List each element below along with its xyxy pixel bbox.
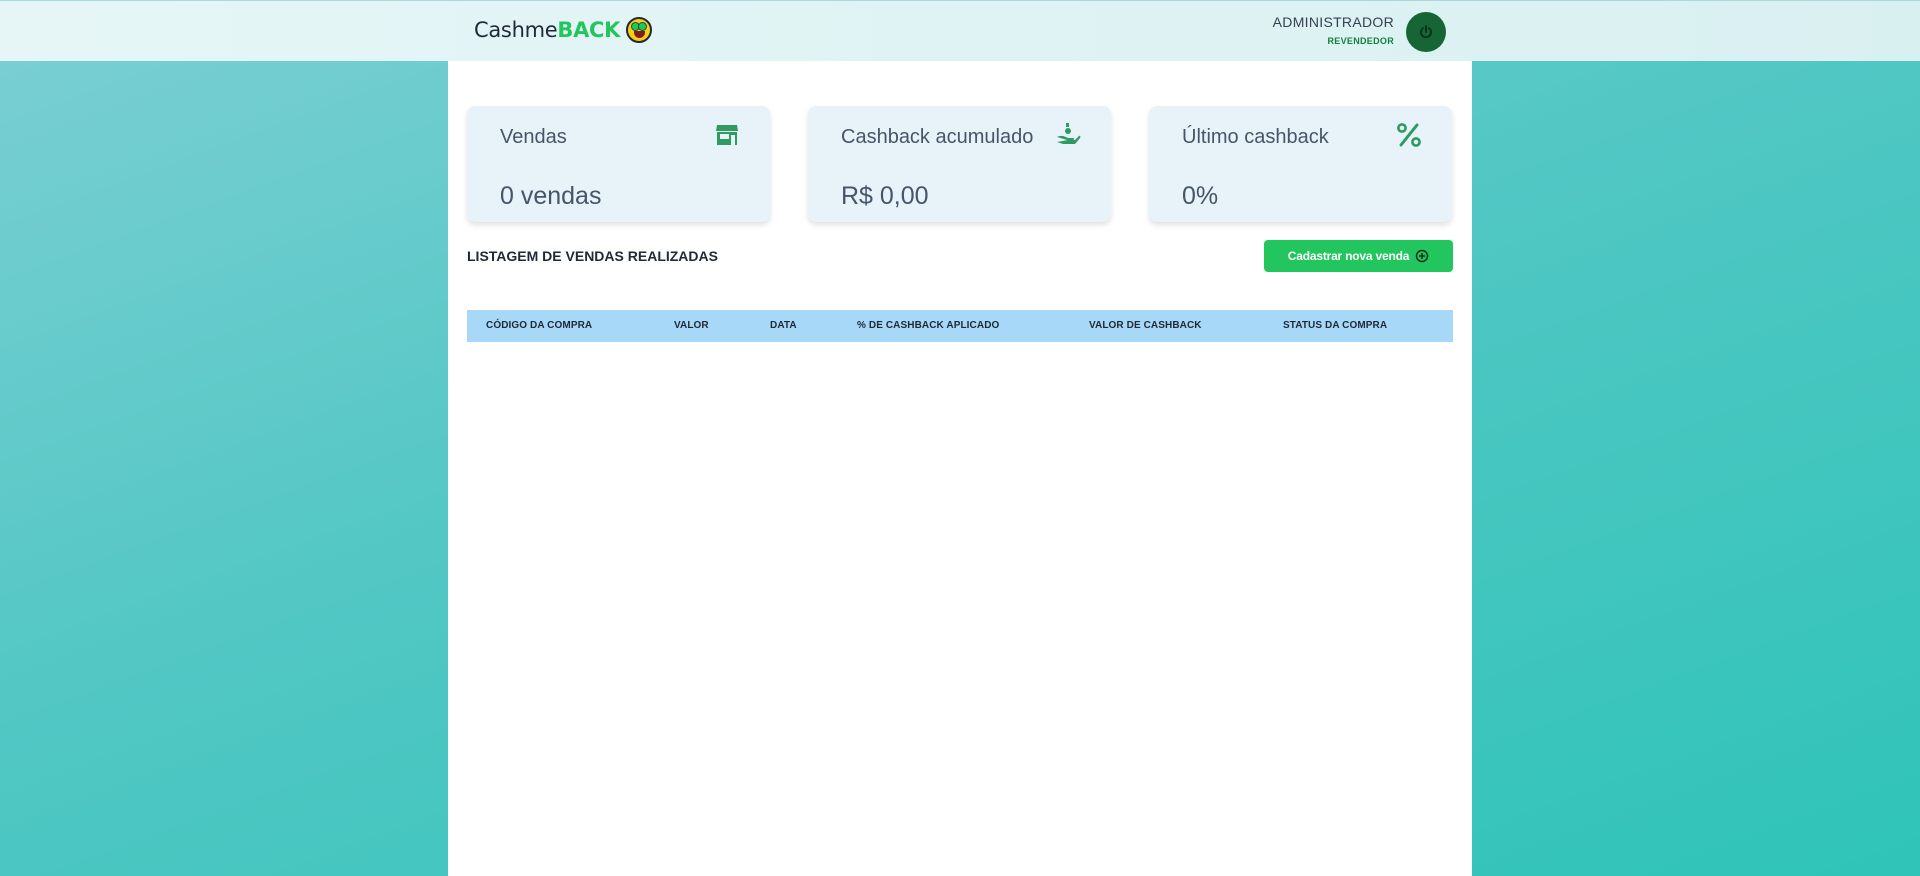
column-header-status[interactable]: STATUS DA COMPRA (1283, 320, 1387, 331)
column-header-date[interactable]: DATA (770, 320, 797, 331)
logo-text-back: BACK (557, 18, 621, 42)
logo-text-cashme: Cashme (474, 18, 558, 42)
sales-card-label: Vendas (500, 126, 567, 148)
sales-list-title: LISTAGEM DE VENDAS REALIZADAS (467, 248, 718, 264)
store-icon (716, 125, 738, 145)
top-bar: CashmeBACK ADMINISTRADOR REVENDEDOR (0, 0, 1920, 61)
logo-text: CashmeBACK (474, 18, 620, 42)
user-name: ADMINISTRADOR (1272, 14, 1394, 30)
last-cashback-label: Último cashback (1182, 126, 1329, 148)
percent-icon (1397, 123, 1421, 147)
cashback-accumulated-label: Cashback acumulado (841, 126, 1034, 148)
column-header-purchase-code[interactable]: CÓDIGO DA COMPRA (486, 320, 592, 331)
column-header-value[interactable]: VALOR (674, 320, 709, 331)
cashback-accumulated-card: Cashback acumulado R$ 0,00 (808, 106, 1111, 222)
column-header-cashback-percent[interactable]: % DE CASHBACK APLICADO (857, 320, 999, 331)
sales-card: Vendas 0 vendas (467, 106, 770, 222)
last-cashback-value: 0% (1182, 182, 1219, 210)
power-icon (1420, 25, 1432, 39)
user-info: ADMINISTRADOR REVENDEDOR (1273, 14, 1394, 46)
top-bar-inner: CashmeBACK ADMINISTRADOR REVENDEDOR (448, 1, 1472, 62)
plus-circle-icon (1415, 249, 1429, 263)
cashback-accumulated-value: R$ 0,00 (841, 182, 929, 210)
logo[interactable]: CashmeBACK (474, 17, 653, 43)
last-cashback-card: Último cashback 0% (1149, 106, 1452, 222)
sales-table-header: CÓDIGO DA COMPRA VALOR DATA % DE CASHBAC… (467, 310, 1453, 342)
hand-coin-icon (1057, 123, 1081, 144)
user-role: REVENDEDOR (1327, 36, 1394, 46)
add-sale-button-label: Cadastrar nova venda (1287, 249, 1410, 263)
add-sale-button[interactable]: Cadastrar nova venda (1264, 240, 1453, 272)
money-mouth-face-icon (626, 17, 653, 43)
column-header-cashback-value[interactable]: VALOR DE CASHBACK (1089, 320, 1202, 331)
logout-button[interactable] (1406, 12, 1446, 52)
main-content: Vendas 0 vendas Cashback acumulado R$ 0,… (448, 61, 1472, 876)
sales-card-value: 0 vendas (500, 182, 602, 210)
